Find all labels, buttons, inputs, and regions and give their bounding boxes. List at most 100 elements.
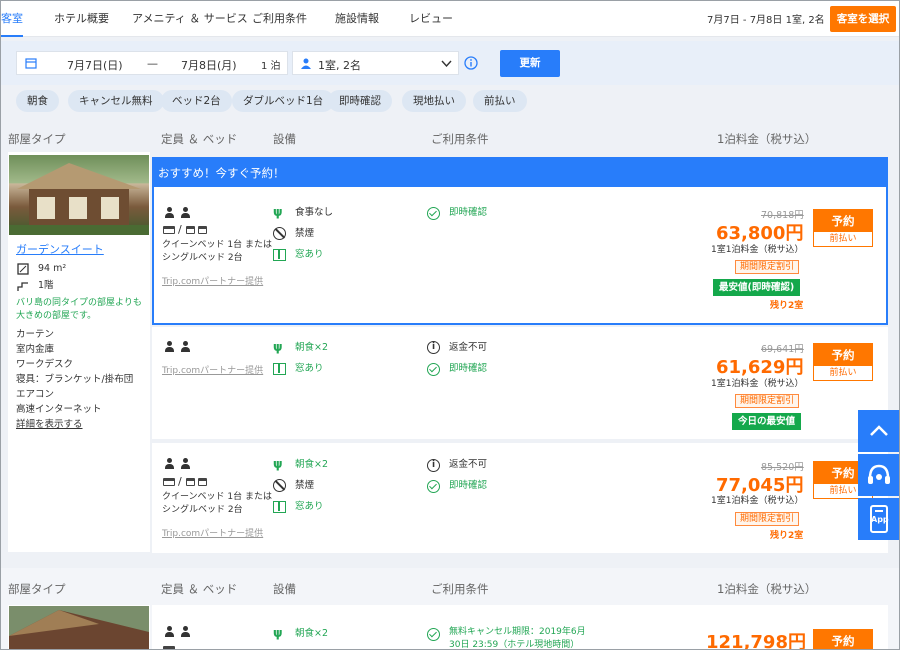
date-picker[interactable]: 7月7日(日) — 7月8日(月) 1 泊 — [16, 51, 288, 75]
tab-amenities[interactable]: アメニティ ＆ サービス — [132, 1, 248, 37]
room-info-panel-2 — [8, 605, 150, 650]
info-circle-icon: i — [427, 341, 440, 354]
amenity-desk: ワークデスク — [16, 359, 74, 370]
filter-double-bed[interactable]: ダブルベッド1台 — [232, 90, 335, 112]
filter-prepay[interactable]: 前払い — [473, 90, 527, 112]
book-button[interactable]: 予約 前払い — [813, 209, 873, 247]
check-circle-icon — [427, 480, 440, 493]
facility-window: 窓あり — [295, 363, 324, 374]
facility-nonsmoking: 禁煙 — [295, 228, 315, 239]
room-info-panel: ガーデンスイート 94 m² 1階 バリ島の同タイプの部屋よりも大きめの部屋です… — [8, 152, 150, 552]
limited-deal-badge: 期間限定割引 — [735, 394, 800, 408]
calendar-icon — [25, 58, 37, 69]
tab-rooms[interactable]: 客室 — [1, 1, 23, 37]
condition-nonrefundable: 返金不可 — [449, 459, 488, 470]
condition-instant: 即時確認 — [449, 363, 488, 374]
bed-icon — [163, 226, 175, 234]
facility-breakfast: 朝食×2 — [295, 459, 329, 470]
provider-link[interactable]: Trip.comパートナー提供 — [162, 275, 263, 289]
person-icon — [181, 207, 190, 218]
headset-icon — [868, 464, 890, 484]
filter-two-beds[interactable]: ベッド2台 — [161, 90, 232, 112]
room-photo[interactable] — [9, 155, 149, 235]
room-floor: 1階 — [38, 280, 54, 291]
room-photo-2[interactable] — [9, 606, 149, 650]
header-capacity: 定員 ＆ ベッド — [161, 132, 238, 146]
fork-knife-icon: ψ — [273, 457, 283, 471]
guest-selector[interactable]: 1室, 2名 — [292, 51, 459, 75]
price-note: 1室1泊料金（税サ込） — [711, 245, 804, 255]
book-button-payment: 前払い — [829, 368, 857, 378]
rooms-left: 残り2室 — [770, 301, 804, 311]
show-details-link[interactable]: 詳細を表示する — [16, 418, 83, 432]
book-button[interactable]: 予約 — [813, 629, 873, 649]
facility-nonsmoking: 禁煙 — [295, 480, 315, 491]
bed-icon — [163, 646, 175, 649]
bed-separator: / — [178, 223, 182, 236]
amenity-bedding: 寝具：ブランケット/掛布団 — [16, 374, 134, 385]
stay-summary: 7月7日 - 7月8日 1室, 2名 — [707, 15, 825, 26]
header-price: 1泊料金（税サ込） — [717, 132, 817, 146]
support-button[interactable] — [858, 454, 899, 496]
limited-deal-badge: 期間限定割引 — [735, 260, 800, 274]
filter-pay-at-hotel[interactable]: 現地払い — [402, 90, 466, 112]
room-note: バリ島の同タイプの部屋よりも大きめの部屋です。 — [16, 298, 142, 321]
filter-breakfast[interactable]: 朝食 — [16, 90, 59, 112]
person-icon — [181, 458, 190, 469]
nights-count: 1 泊 — [261, 61, 281, 72]
no-smoking-icon — [273, 227, 286, 240]
date-separator: — — [147, 57, 158, 70]
app-label: App — [871, 515, 889, 524]
tab-reviews[interactable]: レビュー — [409, 1, 453, 37]
bed-icon — [163, 478, 175, 486]
person-icon — [165, 626, 174, 637]
amenity-internet: 高速インターネット — [16, 404, 102, 415]
tab-terms[interactable]: ご利用条件 — [252, 1, 307, 37]
person-icon — [165, 341, 174, 352]
tab-facilities[interactable]: 施設情報 — [335, 1, 379, 37]
facility-window: 窓あり — [295, 249, 324, 260]
select-room-button[interactable]: 客室を選択 — [830, 6, 896, 32]
update-button[interactable]: 更新 — [500, 50, 560, 77]
book-button[interactable]: 予約 前払い — [813, 343, 873, 381]
condition-nonrefundable: 返金不可 — [449, 342, 488, 353]
book-button-payment: 前払い — [829, 234, 857, 244]
facility-breakfast: 朝食×2 — [295, 628, 329, 639]
condition-free-cancel: 無料キャンセル期限：2019年6月 30日 23:59（ホテル現地時間） — [449, 627, 586, 650]
room-area: 94 m² — [38, 263, 67, 274]
checkin-date: 7月7日(日) — [67, 59, 123, 72]
checkout-date: 7月8日(月) — [181, 59, 237, 72]
header-room-type: 部屋タイプ — [8, 582, 66, 596]
condition-instant: 即時確認 — [449, 480, 488, 491]
facility-window: 窓あり — [295, 501, 324, 512]
app-download-button[interactable]: App — [858, 498, 899, 540]
window-icon — [273, 249, 286, 261]
room-name-link[interactable]: ガーデンスイート — [16, 241, 104, 257]
amenity-curtain: カーテン — [16, 329, 55, 340]
price-note: 1室1泊料金（税サ込） — [711, 496, 804, 506]
chevron-down-icon — [441, 60, 452, 67]
limited-deal-badge: 期間限定割引 — [735, 512, 800, 526]
promo-banner: おすすめ！今すぐ予約！ — [152, 157, 888, 187]
fork-knife-icon: ψ — [273, 340, 283, 354]
person-icon — [181, 626, 190, 637]
tab-hotel-overview[interactable]: ホテル概要 — [54, 1, 109, 37]
bed-icon — [198, 478, 207, 486]
filter-instant-confirm[interactable]: 即時確認 — [328, 90, 392, 112]
fork-knife-icon: ψ — [273, 626, 283, 640]
price-note: 1室1泊料金（税サ込） — [711, 379, 804, 389]
book-button-label: 予約 — [814, 630, 872, 649]
scroll-top-button[interactable] — [858, 410, 899, 452]
guest-count: 1室, 2名 — [318, 59, 361, 72]
provider-link[interactable]: Trip.comパートナー提供 — [162, 364, 263, 378]
book-button-label: 予約 — [814, 210, 872, 232]
person-icon — [165, 207, 174, 218]
people-icon — [301, 58, 311, 69]
filter-free-cancel[interactable]: キャンセル無料 — [68, 90, 164, 112]
bed-description: クイーンベッド 1台 または シングルベッド 2台 — [162, 240, 272, 263]
bed-description: クイーンベッド 1台 または シングルベッド 2台 — [162, 492, 272, 515]
info-circle-icon: i — [427, 459, 440, 472]
provider-link[interactable]: Trip.comパートナー提供 — [162, 527, 263, 541]
header-conditions: ご利用条件 — [431, 582, 489, 596]
info-icon[interactable] — [464, 56, 478, 70]
